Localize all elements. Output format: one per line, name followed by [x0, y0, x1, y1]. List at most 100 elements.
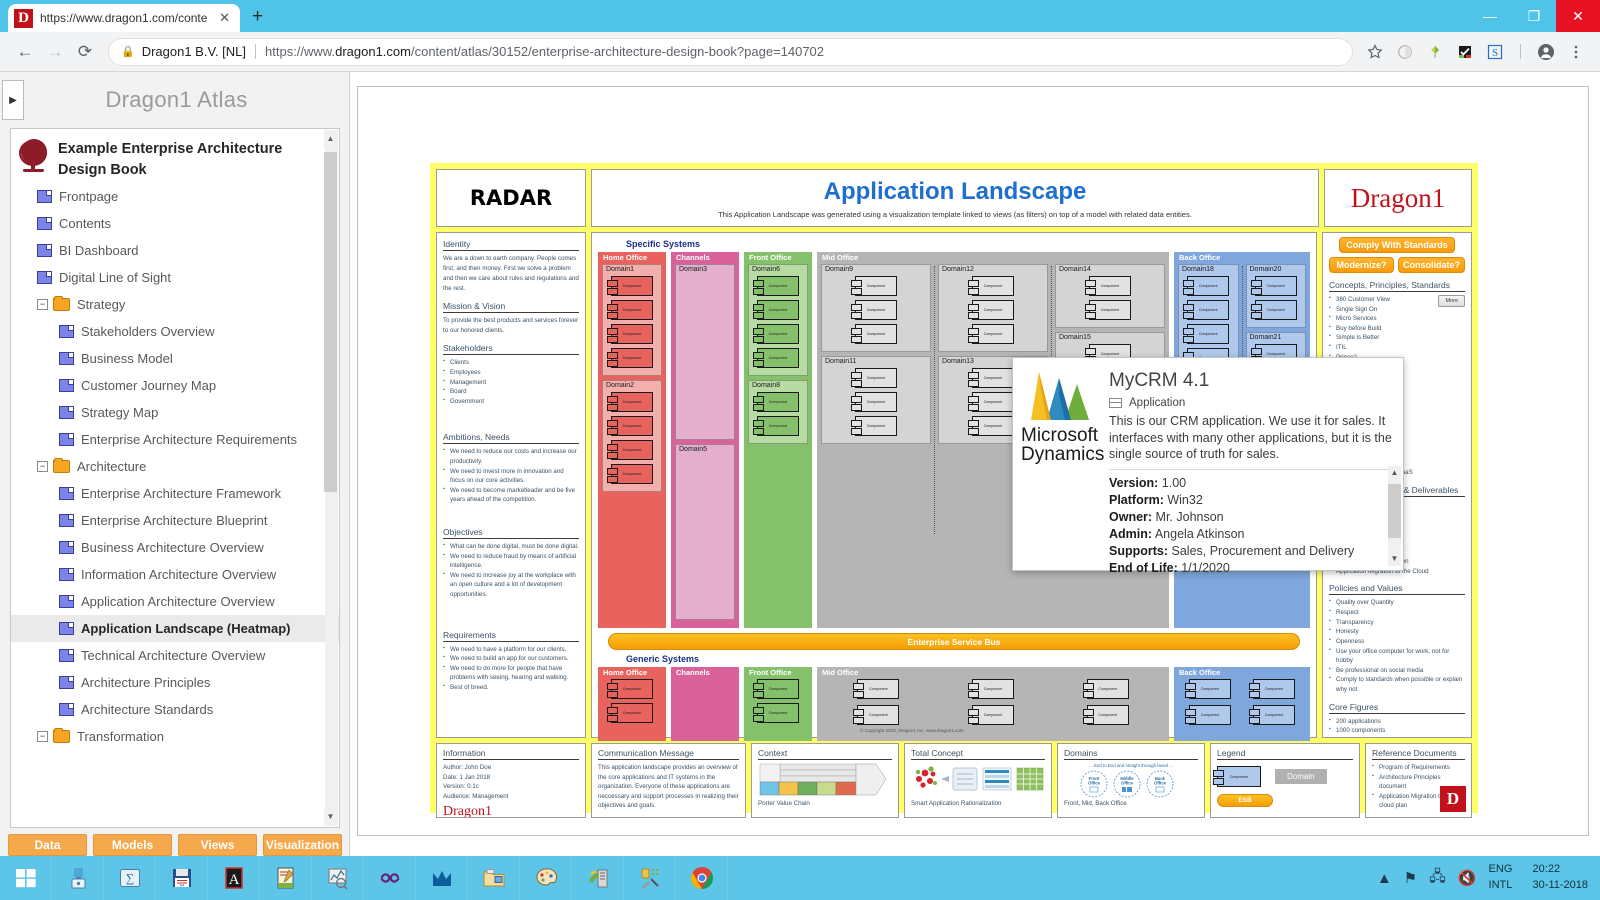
bookmark-star-icon[interactable] — [1361, 38, 1389, 66]
domain-box[interactable]: Domain5 — [675, 444, 735, 620]
component-icon[interactable]: Component — [1183, 324, 1230, 344]
component-icon[interactable]: Component — [607, 464, 653, 484]
taskbar-explorer-icon[interactable] — [468, 856, 520, 900]
maximize-button[interactable]: ❐ — [1512, 0, 1556, 32]
forward-icon[interactable]: → — [40, 37, 70, 67]
extension-s-icon[interactable]: S — [1481, 38, 1509, 66]
component-icon[interactable]: Component — [753, 416, 799, 436]
chrome-menu-icon[interactable] — [1562, 38, 1590, 66]
tooltip-scroll-up-icon[interactable]: ▲ — [1388, 466, 1401, 480]
component-icon[interactable]: Component — [968, 324, 1014, 344]
component-icon[interactable]: Component — [607, 416, 653, 436]
scroll-down-icon[interactable]: ▼ — [324, 809, 337, 825]
domain-box[interactable]: Domain1 Component Component Component Compon… — [602, 264, 662, 376]
start-button[interactable] — [0, 856, 52, 900]
sidebar-item-enterprise-architecture-blueprint[interactable]: Enterprise Architecture Blueprint — [11, 507, 339, 534]
domain-box[interactable]: Domain20 Component Component — [1245, 264, 1306, 328]
visualization-button[interactable]: Visualization — [263, 834, 342, 856]
component-icon[interactable]: Component — [853, 679, 900, 699]
component-icon[interactable]: Component — [607, 703, 653, 723]
component-icon[interactable]: Component — [1082, 679, 1129, 699]
entity-tooltip[interactable]: Microsoft Dynamics MyCRM 4.1 Application… — [1012, 357, 1404, 575]
action-center-flag-icon[interactable]: ⚑ — [1404, 869, 1417, 887]
taskbar-save-icon[interactable]: 64 — [156, 856, 208, 900]
taskbar-notepad-icon[interactable] — [260, 856, 312, 900]
sidebar-item-application-landscape-heatmap[interactable]: Application Landscape (Heatmap) — [11, 615, 339, 643]
sidebar-item-customer-journey-map[interactable]: Customer Journey Map — [11, 372, 339, 399]
component-icon[interactable]: Component — [968, 416, 1014, 436]
domain-box[interactable]: Domain9 Component Component Component — [821, 264, 931, 352]
show-hidden-icons-icon[interactable]: ▲ — [1377, 870, 1392, 887]
domain-box[interactable]: Domain6 Component Component Component Compon… — [748, 264, 808, 376]
browser-tab[interactable]: D https://www.dragon1.com/conte ✕ — [8, 4, 240, 32]
tooltip-scroll-thumb[interactable] — [1388, 484, 1401, 538]
component-icon[interactable]: Component — [753, 324, 799, 344]
component-icon[interactable]: Component — [1183, 300, 1230, 320]
tooltip-scroll-down-icon[interactable]: ▼ — [1388, 552, 1401, 566]
tooltip-scrollbar[interactable]: ▲ ▼ — [1388, 466, 1401, 566]
tree-twisty-icon[interactable]: − — [37, 299, 48, 311]
book-root[interactable]: Example Enterprise Architecture Design B… — [11, 129, 339, 183]
sidebar-item-architecture-standards[interactable]: Architecture Standards — [11, 696, 339, 723]
component-icon[interactable]: Component — [1185, 679, 1231, 699]
expand-panel-icon[interactable]: ▶ — [2, 80, 24, 120]
enterprise-service-bus-bar[interactable]: Enterprise Service Bus — [608, 633, 1300, 650]
modernize-button[interactable]: Modernize? — [1329, 257, 1394, 273]
component-icon[interactable]: Component — [607, 324, 653, 344]
sidebar-item-strategy-map[interactable]: Strategy Map — [11, 399, 339, 426]
component-icon[interactable]: Component — [851, 324, 897, 344]
back-icon[interactable]: ← — [10, 37, 40, 67]
component-icon[interactable]: Component — [1183, 276, 1230, 296]
tree-twisty-icon[interactable]: − — [37, 461, 48, 473]
volume-muted-icon[interactable]: 🔇 — [1458, 869, 1477, 887]
sidebar-item-application-architecture-overview[interactable]: Application Architecture Overview — [11, 588, 339, 615]
domain-box[interactable]: Domain11 Component Component Component — [821, 356, 931, 444]
component-icon[interactable]: Component — [607, 300, 653, 320]
tree-twisty-icon[interactable]: − — [37, 731, 48, 743]
component-icon[interactable]: Component — [851, 368, 897, 388]
new-tab-icon[interactable]: + — [252, 6, 263, 28]
comply-with-standards-button[interactable]: Comply With Standards — [1339, 237, 1455, 253]
scrollbar-thumb[interactable] — [324, 152, 337, 492]
taskbar-malwarebytes-icon[interactable] — [416, 856, 468, 900]
url-input[interactable]: 🔒 Dragon1 B.V. [NL] https://www.dragon1.… — [108, 37, 1353, 66]
component-icon[interactable]: Component — [967, 679, 1014, 699]
taskbar-chrome-icon[interactable] — [676, 856, 728, 900]
component-icon[interactable]: Component — [607, 440, 653, 460]
sidebar-item-enterprise-architecture-requirements[interactable]: Enterprise Architecture Requirements — [11, 426, 339, 453]
extension-kite-icon[interactable] — [1421, 38, 1449, 66]
component-icon[interactable]: Component — [753, 348, 799, 368]
component-icon[interactable]: Component — [607, 679, 653, 699]
domain-box[interactable]: Domain2 Component Component Component Compon… — [602, 380, 662, 492]
component-icon[interactable]: Component — [753, 392, 799, 412]
component-icon[interactable]: Component — [853, 705, 900, 725]
scroll-up-icon[interactable]: ▲ — [324, 131, 337, 147]
component-icon[interactable]: Component — [1185, 705, 1231, 725]
reload-icon[interactable]: ⟳ — [70, 37, 100, 67]
taskbar-server-tools-icon[interactable] — [572, 856, 624, 900]
domain-box[interactable]: Domain8 Component Component — [748, 380, 808, 444]
network-icon[interactable]: 🖧 — [1429, 866, 1446, 891]
data-button[interactable]: Data — [8, 834, 87, 856]
taskbar-chart-viewer-icon[interactable] — [312, 856, 364, 900]
extension-checkmark-icon[interactable] — [1451, 38, 1479, 66]
tree-scrollbar[interactable]: ▲ ▼ — [324, 130, 338, 826]
sidebar-item-enterprise-architecture-framework[interactable]: Enterprise Architecture Framework — [11, 480, 339, 507]
component-icon[interactable]: Component — [753, 703, 799, 723]
component-icon[interactable]: Component — [968, 276, 1014, 296]
close-window-button[interactable]: ✕ — [1556, 0, 1600, 32]
component-icon[interactable]: Component — [968, 392, 1014, 412]
component-icon[interactable]: Component — [851, 276, 897, 296]
taskbar-paint-icon[interactable] — [520, 856, 572, 900]
component-icon[interactable]: Component — [1250, 300, 1297, 320]
taskbar-toolbox-icon[interactable] — [52, 856, 104, 900]
component-icon[interactable]: Component — [968, 368, 1014, 388]
consolidate-button[interactable]: Consolidate? — [1397, 257, 1465, 273]
taskbar-acrobat-icon[interactable]: A — [208, 856, 260, 900]
extension-circle-icon[interactable] — [1391, 38, 1419, 66]
component-icon[interactable]: Component — [753, 300, 799, 320]
taskbar-dev-tools-icon[interactable] — [624, 856, 676, 900]
sidebar-item-transformation[interactable]: − Transformation — [11, 723, 339, 750]
sidebar-item-contents[interactable]: Contents — [11, 210, 339, 237]
sidebar-item-information-architecture-overview[interactable]: Information Architecture Overview — [11, 561, 339, 588]
